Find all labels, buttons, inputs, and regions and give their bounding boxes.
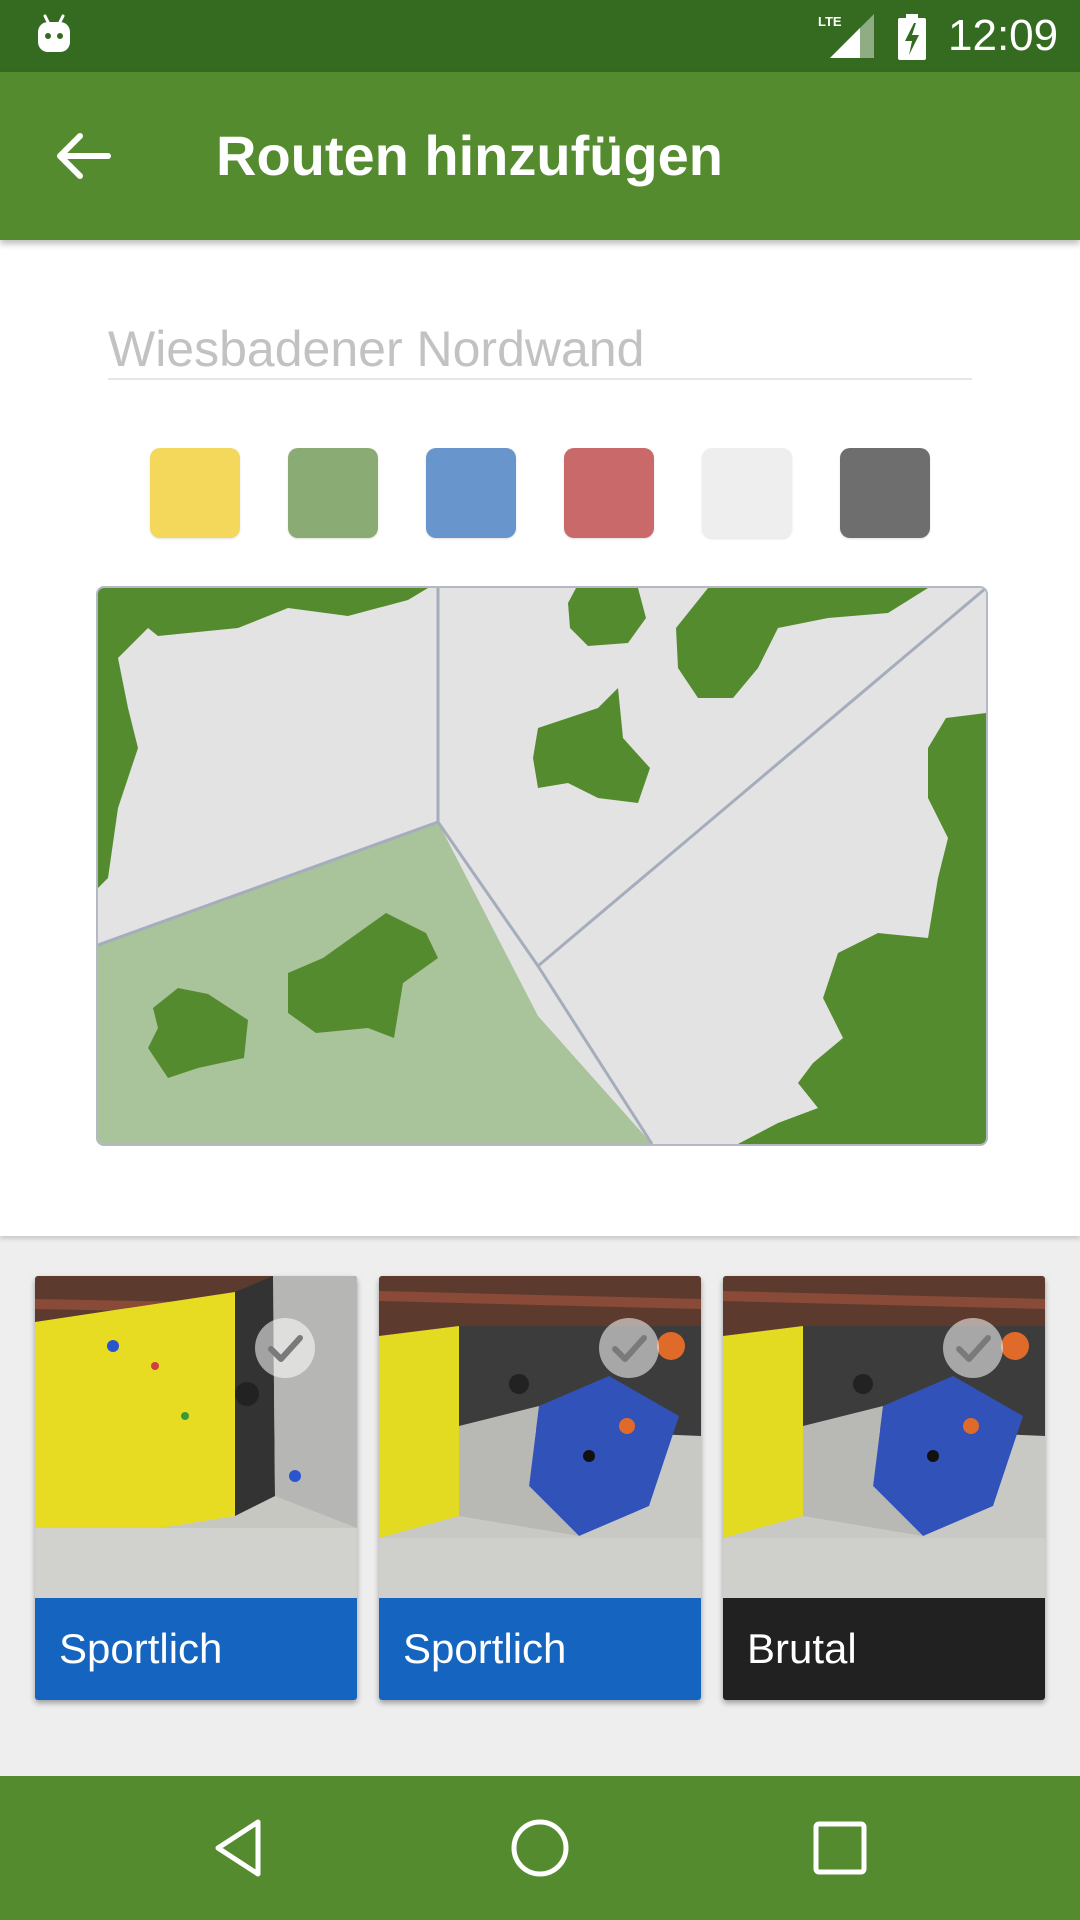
wall-map[interactable] bbox=[96, 586, 988, 1146]
checkmark-icon[interactable] bbox=[941, 1316, 1005, 1380]
color-swatch-yellow[interactable] bbox=[150, 448, 240, 538]
android-icon bbox=[38, 14, 70, 52]
route-card-label: Sportlich bbox=[35, 1598, 357, 1700]
route-card[interactable]: Sportlich bbox=[35, 1276, 357, 1700]
battery-charging-icon bbox=[898, 14, 926, 60]
color-swatch-red[interactable] bbox=[564, 448, 654, 538]
wall-map-drawing bbox=[98, 588, 986, 1144]
route-card-label: Sportlich bbox=[379, 1598, 701, 1700]
route-card-label: Brutal bbox=[723, 1598, 1045, 1700]
color-swatch-white[interactable] bbox=[702, 448, 792, 538]
back-triangle-icon[interactable] bbox=[206, 1814, 274, 1882]
checkmark-icon[interactable] bbox=[597, 1316, 661, 1380]
back-button[interactable] bbox=[40, 118, 130, 194]
status-bar: LTE 12:09 bbox=[0, 0, 1080, 72]
route-card[interactable]: Sportlich bbox=[379, 1276, 701, 1700]
app-bar: Routen hinzufügen bbox=[0, 72, 1080, 240]
wall-name-input[interactable] bbox=[108, 320, 972, 380]
route-cards-list: Sportlich Sportlich Brutal bbox=[0, 1236, 1080, 1776]
system-nav-bar bbox=[0, 1776, 1080, 1920]
color-swatch-black[interactable] bbox=[840, 448, 930, 538]
clock: 12:09 bbox=[948, 11, 1059, 60]
color-swatch-green[interactable] bbox=[288, 448, 378, 538]
network-label: LTE bbox=[818, 14, 842, 29]
lte-signal-icon: LTE bbox=[818, 14, 874, 58]
route-card[interactable]: Brutal bbox=[723, 1276, 1045, 1700]
checkmark-icon[interactable] bbox=[253, 1316, 317, 1380]
home-circle-icon[interactable] bbox=[506, 1814, 574, 1882]
recents-square-icon[interactable] bbox=[806, 1814, 874, 1882]
color-swatch-blue[interactable] bbox=[426, 448, 516, 538]
arrow-back-icon bbox=[57, 133, 111, 179]
page-title: Routen hinzufügen bbox=[216, 124, 724, 187]
route-form bbox=[0, 240, 1080, 1236]
